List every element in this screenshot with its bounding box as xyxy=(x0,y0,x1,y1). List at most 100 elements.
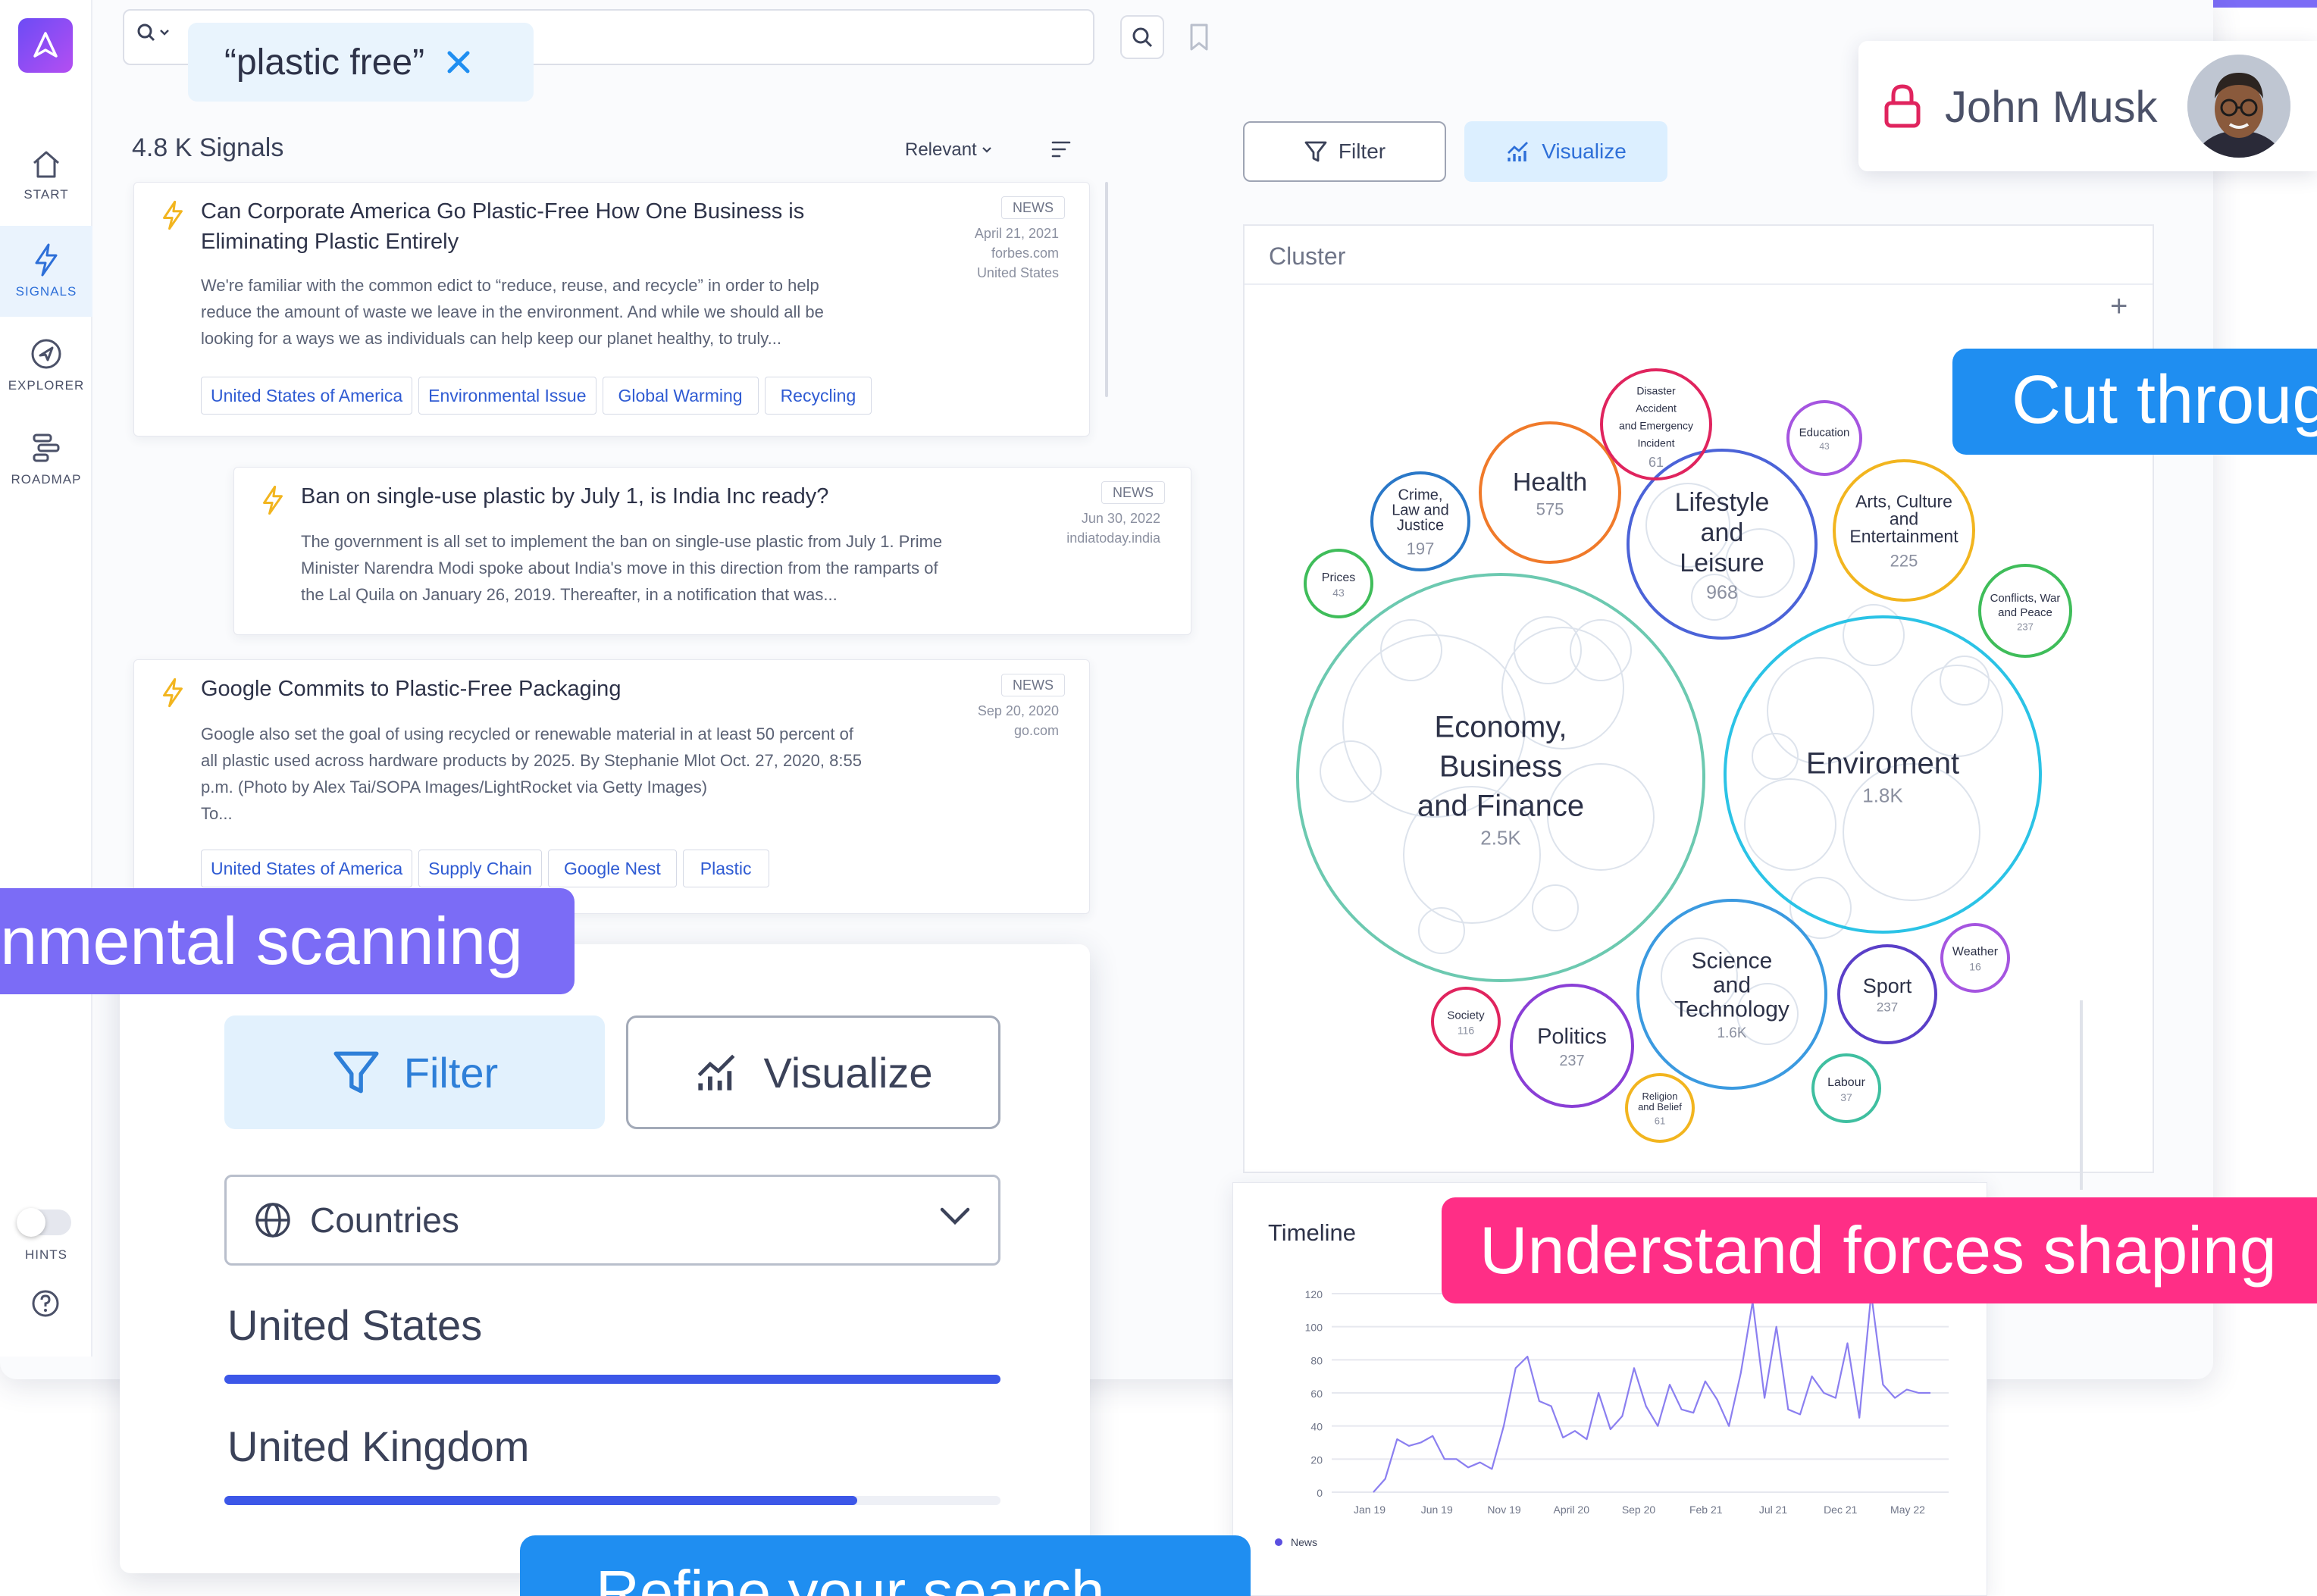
sidebar: START SIGNALS EXPLORER ROADMAP HINTS xyxy=(0,0,92,1357)
signal-country: United States xyxy=(976,265,1059,280)
sidebar-item-roadmap[interactable]: ROADMAP xyxy=(0,414,92,505)
bubble-label: and Finance xyxy=(1417,790,1584,823)
tag[interactable]: Recycling xyxy=(764,377,872,415)
filter-tab-button[interactable]: Filter xyxy=(224,1015,605,1129)
hints-toggle[interactable] xyxy=(17,1208,71,1237)
x-tick-label: Sep 20 xyxy=(1622,1504,1656,1516)
bolt-icon xyxy=(263,485,283,515)
search-icon xyxy=(137,23,155,42)
close-icon[interactable] xyxy=(446,49,471,75)
bubble-label: Politics xyxy=(1537,1025,1607,1049)
cluster-bubble[interactable]: Religionand Belief 61 xyxy=(1625,1073,1695,1143)
bubble-label: Accident xyxy=(1636,402,1677,415)
signal-date: April 21, 2021 xyxy=(974,226,1059,241)
tag[interactable]: Google Nest xyxy=(547,850,677,887)
panel-scrollbar[interactable] xyxy=(2080,1000,2083,1190)
country-share-bar xyxy=(224,1496,1000,1505)
tag[interactable]: Environmental Issue xyxy=(418,377,596,415)
y-tick-label: 40 xyxy=(1310,1421,1323,1433)
banner-text: nmental scanning xyxy=(0,903,523,978)
cluster-bubble[interactable]: Politics 237 xyxy=(1510,984,1634,1108)
tag[interactable]: Global Warming xyxy=(602,377,759,415)
sort-label: Relevant xyxy=(905,139,977,160)
cluster-bubble[interactable]: Sport 237 xyxy=(1837,944,1937,1044)
cluster-bubble[interactable]: Prices 43 xyxy=(1304,549,1373,618)
cluster-bubble[interactable]: Conflicts, Warand Peace 237 xyxy=(1978,564,2072,658)
help-button[interactable] xyxy=(30,1288,61,1322)
cluster-bubble[interactable]: Education43 xyxy=(1786,400,1862,476)
signal-meta: April 21, 2021 forbes.com United States xyxy=(892,224,1059,283)
tag[interactable]: Supply Chain xyxy=(418,850,542,887)
search-scope-dropdown[interactable] xyxy=(136,23,170,42)
y-tick-label: 100 xyxy=(1305,1322,1323,1334)
y-tick-label: 80 xyxy=(1310,1354,1323,1366)
bubble-count: 16 xyxy=(1969,961,1981,973)
cluster-bubble[interactable]: Arts, CultureandEntertainment225 xyxy=(1833,459,1975,602)
search-button[interactable] xyxy=(1120,15,1164,59)
bubble-count: 61 xyxy=(1655,1116,1665,1127)
bubble-label: Society xyxy=(1447,1009,1485,1022)
signal-card[interactable]: Google Commits to Plastic-Free Packaging… xyxy=(133,659,1090,914)
bubble-count: 197 xyxy=(1407,540,1435,559)
compass-icon xyxy=(31,339,61,369)
bubble-label: Labour xyxy=(1827,1076,1865,1089)
search-term-chip[interactable]: “plastic free” xyxy=(188,23,534,102)
signal-title[interactable]: Can Corporate America Go Plastic-Free Ho… xyxy=(201,196,883,257)
source-type-badge: NEWS xyxy=(1001,674,1065,696)
filter-button[interactable]: Filter xyxy=(1243,121,1446,182)
tag[interactable]: United States of America xyxy=(201,850,413,887)
country-share-fill xyxy=(224,1375,1000,1384)
bubble-label: and Belief xyxy=(1638,1101,1682,1113)
filter-icon xyxy=(1304,141,1327,162)
country-label[interactable]: United States xyxy=(227,1300,482,1350)
visualize-tab-button[interactable]: Visualize xyxy=(626,1015,1000,1129)
sidebar-item-signals[interactable]: SIGNALS xyxy=(0,226,92,317)
cluster-bubble[interactable]: Crime,Law andJustice 197 xyxy=(1370,471,1470,571)
signal-summary: We're familiar with the common edict to … xyxy=(201,276,824,348)
y-tick-label: 0 xyxy=(1317,1487,1323,1499)
tag[interactable]: United States of America xyxy=(201,377,413,415)
bubble-count: 237 xyxy=(2017,621,2034,633)
bubble-label: Business xyxy=(1439,750,1562,784)
country-label[interactable]: United Kingdom xyxy=(227,1422,529,1471)
sort-dropdown[interactable]: Relevant xyxy=(905,139,992,161)
signal-title[interactable]: Ban on single-use plastic by July 1, is … xyxy=(301,481,983,512)
signal-card[interactable]: Ban on single-use plastic by July 1, is … xyxy=(233,467,1191,635)
sort-order-button[interactable] xyxy=(1050,139,1072,163)
cluster-bubble[interactable]: Health 575 xyxy=(1479,421,1621,564)
sub-cluster-circle xyxy=(1570,619,1632,681)
feature-banner-purple: nmental scanning xyxy=(0,888,575,994)
bubble-count: 61 xyxy=(1649,455,1664,470)
bolt-icon xyxy=(163,678,183,708)
bubble-count: 575 xyxy=(1536,500,1564,519)
x-tick-label: Jul 21 xyxy=(1759,1504,1788,1516)
x-tick-label: Jan 19 xyxy=(1354,1504,1386,1516)
bookmark-button[interactable] xyxy=(1179,15,1219,59)
countries-select[interactable]: Countries xyxy=(224,1175,1000,1266)
feature-banner-blue-bottom: Refine your search xyxy=(520,1535,1251,1596)
list-scrollbar[interactable] xyxy=(1105,182,1108,397)
cluster-bubble[interactable]: Weather 16 xyxy=(1940,923,2010,993)
visualize-button[interactable]: Visualize xyxy=(1464,121,1667,182)
signal-title[interactable]: Google Commits to Plastic-Free Packaging xyxy=(201,674,883,704)
sidebar-item-start[interactable]: START xyxy=(0,130,92,221)
bubble-count: 2.5K xyxy=(1480,826,1521,849)
tag[interactable]: Plastic xyxy=(682,850,769,887)
signal-card[interactable]: Can Corporate America Go Plastic-Free Ho… xyxy=(133,182,1090,437)
bolt-icon xyxy=(35,243,58,277)
signal-summary: The government is all set to implement t… xyxy=(301,532,943,604)
app-logo[interactable] xyxy=(18,18,73,73)
bubble-label: Enviroment xyxy=(1806,747,1959,781)
cluster-bubble[interactable]: Disaster Accident and Emergency Incident 61 xyxy=(1600,368,1712,480)
search-term-text: “plastic free” xyxy=(224,42,425,83)
sidebar-item-explorer[interactable]: EXPLORER xyxy=(0,320,92,411)
cluster-bubble[interactable]: Society 116 xyxy=(1431,987,1501,1056)
bubble-count: 43 xyxy=(1332,587,1345,599)
cluster-bubble[interactable]: Labour 37 xyxy=(1811,1053,1881,1123)
filter-panel: Filter Visualize Countries United States… xyxy=(120,944,1090,1573)
sub-cluster-circle xyxy=(1744,778,1836,871)
home-icon xyxy=(33,151,59,178)
y-tick-label: 60 xyxy=(1310,1388,1323,1400)
toggle-knob xyxy=(17,1208,45,1237)
avatar[interactable] xyxy=(2187,55,2290,158)
